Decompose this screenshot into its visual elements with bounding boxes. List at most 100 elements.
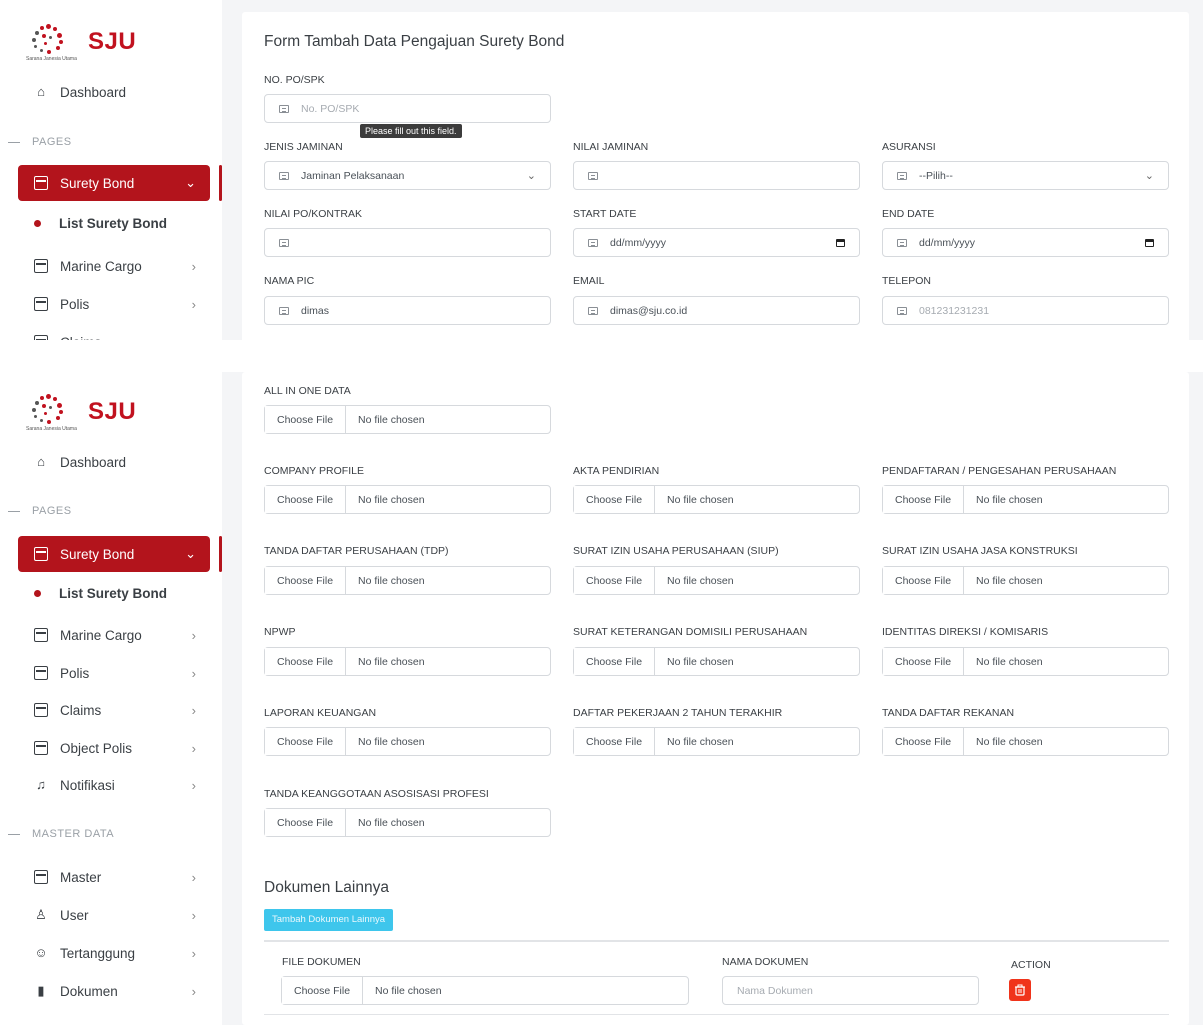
- sidebar-item-label: User: [60, 907, 89, 923]
- chevron-down-icon: ⌄: [526, 170, 536, 182]
- choose-file-button[interactable]: Choose File: [883, 486, 965, 513]
- no-po-placeholder: No. PO/SPK: [301, 102, 360, 115]
- sidebar-item-dashboard[interactable]: ⌂ Dashboard: [18, 74, 210, 110]
- sidebar-item-object-polis[interactable]: Object Polis ›: [18, 730, 210, 766]
- choose-file-button[interactable]: Choose File: [574, 486, 656, 513]
- start-date-input[interactable]: dd/mm/yyyy: [573, 228, 860, 257]
- delete-row-button[interactable]: [1009, 979, 1031, 1001]
- input-icon: [279, 306, 289, 315]
- company-profile-file-input[interactable]: Choose File No file chosen: [264, 485, 551, 514]
- nilai-po-input[interactable]: [264, 228, 551, 257]
- choose-file-button[interactable]: Choose File: [574, 567, 656, 594]
- sidebar-item-dashboard[interactable]: ⌂ Dashboard: [18, 444, 210, 480]
- akta-pendirian-file-input[interactable]: Choose File No file chosen: [573, 485, 860, 514]
- label-company-profile: COMPANY PROFILE: [264, 465, 364, 477]
- end-date-input[interactable]: dd/mm/yyyy: [882, 228, 1169, 257]
- choose-file-button[interactable]: Choose File: [282, 977, 364, 1004]
- sidebar-subitem-list-surety-bond[interactable]: List Surety Bond: [34, 216, 167, 231]
- sidebar-item-label: Polis: [60, 296, 90, 312]
- sidebar-subitem-list-surety-bond[interactable]: List Surety Bond: [34, 586, 167, 601]
- chevron-right-icon: ›: [191, 907, 196, 923]
- sidebar-item-tertanggung[interactable]: ☺ Tertanggung ›: [18, 935, 210, 971]
- label-laporan: LAPORAN KEUANGAN: [264, 707, 377, 719]
- document-name-input[interactable]: Nama Dokumen: [722, 976, 979, 1005]
- sidebar-item-dokumen[interactable]: ▮ Dokumen ›: [18, 973, 210, 1009]
- folder-icon: [34, 259, 48, 273]
- npwp-file-input[interactable]: Choose File No file chosen: [264, 647, 551, 676]
- sidebar-item-master[interactable]: Master ›: [18, 859, 210, 895]
- input-icon: [279, 238, 289, 247]
- laporan-file-input[interactable]: Choose File No file chosen: [264, 727, 551, 756]
- sidebar-item-label: Dokumen: [60, 983, 118, 999]
- calendar-icon[interactable]: [1145, 238, 1154, 247]
- nama-pic-input[interactable]: dimas: [264, 296, 551, 325]
- brand-logo: Sarana Janesia Utama SJU: [26, 22, 136, 62]
- sidebar-item-claims[interactable]: Claims ›: [18, 692, 210, 728]
- email-value: dimas@sju.co.id: [610, 304, 688, 317]
- file-status: No file chosen: [667, 574, 734, 587]
- input-icon: [588, 238, 598, 247]
- sidebar-item-marine-cargo[interactable]: Marine Cargo ›: [18, 248, 210, 284]
- label-rekanan: TANDA DAFTAR REKANAN: [882, 707, 1015, 719]
- choose-file-button[interactable]: Choose File: [883, 648, 965, 675]
- sidebar-item-label: Polis: [60, 665, 90, 681]
- daftar-pekerjaan-file-input[interactable]: Choose File No file chosen: [573, 727, 860, 756]
- file-status: No file chosen: [358, 735, 425, 748]
- input-icon: [279, 171, 289, 180]
- input-icon: [588, 171, 598, 180]
- file-status: No file chosen: [976, 735, 1043, 748]
- sidebar-item-claims-partial[interactable]: Claims: [18, 324, 210, 340]
- label-akta-pendirian: AKTA PENDIRIAN: [573, 465, 660, 477]
- rekanan-file-input[interactable]: Choose File No file chosen: [882, 727, 1169, 756]
- input-icon: [279, 104, 289, 113]
- choose-file-button[interactable]: Choose File: [883, 567, 965, 594]
- nilai-jaminan-input[interactable]: [573, 161, 860, 190]
- input-icon: [897, 171, 907, 180]
- sidebar-item-polis[interactable]: Polis ›: [18, 286, 210, 322]
- domisili-file-input[interactable]: Choose File No file chosen: [573, 647, 860, 676]
- choose-file-button[interactable]: Choose File: [265, 486, 347, 513]
- bullet-icon: [34, 590, 41, 597]
- no-po-input[interactable]: No. PO/SPK: [264, 94, 551, 123]
- choose-file-button[interactable]: Choose File: [883, 728, 965, 755]
- sidebar-item-user[interactable]: ♙ User ›: [18, 897, 210, 933]
- brand-logo: Sarana Janesia Utama SJU: [26, 392, 136, 432]
- sidebar-item-polis[interactable]: Polis ›: [18, 655, 210, 691]
- choose-file-button[interactable]: Choose File: [265, 567, 347, 594]
- bullet-icon: [34, 220, 41, 227]
- chevron-right-icon: ›: [191, 665, 196, 681]
- choose-file-button[interactable]: Choose File: [265, 728, 347, 755]
- siup-file-input[interactable]: Choose File No file chosen: [573, 566, 860, 595]
- choose-file-button[interactable]: Choose File: [265, 809, 347, 836]
- calendar-icon[interactable]: [836, 238, 845, 247]
- asosiasi-file-input[interactable]: Choose File No file chosen: [264, 808, 551, 837]
- siujk-file-input[interactable]: Choose File No file chosen: [882, 566, 1169, 595]
- tdp-file-input[interactable]: Choose File No file chosen: [264, 566, 551, 595]
- add-document-button[interactable]: Tambah Dokumen Lainnya: [264, 909, 394, 931]
- choose-file-button[interactable]: Choose File: [574, 728, 656, 755]
- sidebar-item-notifikasi[interactable]: ♫ Notifikasi ›: [18, 767, 210, 803]
- start-date-value: dd/mm/yyyy: [610, 236, 667, 249]
- other-doc-file-input[interactable]: Choose File No file chosen: [281, 976, 689, 1005]
- all-in-one-file-input[interactable]: Choose File No file chosen: [264, 405, 551, 434]
- telepon-input[interactable]: 081231231231: [882, 296, 1169, 325]
- sidebar-item-marine-cargo[interactable]: Marine Cargo ›: [18, 617, 210, 653]
- asuransi-select[interactable]: --Pilih-- ⌄: [882, 161, 1169, 190]
- choose-file-button[interactable]: Choose File: [574, 648, 656, 675]
- sidebar-item-surety-bond[interactable]: Surety Bond ⌄: [18, 165, 210, 201]
- choose-file-button[interactable]: Choose File: [265, 648, 347, 675]
- identitas-file-input[interactable]: Choose File No file chosen: [882, 647, 1169, 676]
- email-input[interactable]: dimas@sju.co.id: [573, 296, 860, 325]
- sidebar-item-label: Tertanggung: [60, 945, 136, 961]
- table-top-border: [264, 940, 1169, 942]
- file-status: No file chosen: [358, 574, 425, 587]
- jenis-jaminan-select[interactable]: Jaminan Pelaksanaan ⌄: [264, 161, 551, 190]
- sidebar-item-surety-bond[interactable]: Surety Bond ⌄: [18, 536, 210, 572]
- label-end-date: END DATE: [882, 208, 935, 220]
- input-icon: [897, 238, 907, 247]
- home-icon: ⌂: [37, 454, 45, 469]
- pendaftaran-file-input[interactable]: Choose File No file chosen: [882, 485, 1169, 514]
- choose-file-button[interactable]: Choose File: [265, 406, 347, 433]
- col-header-file: FILE DOKUMEN: [282, 956, 361, 968]
- folder-icon: [34, 666, 48, 680]
